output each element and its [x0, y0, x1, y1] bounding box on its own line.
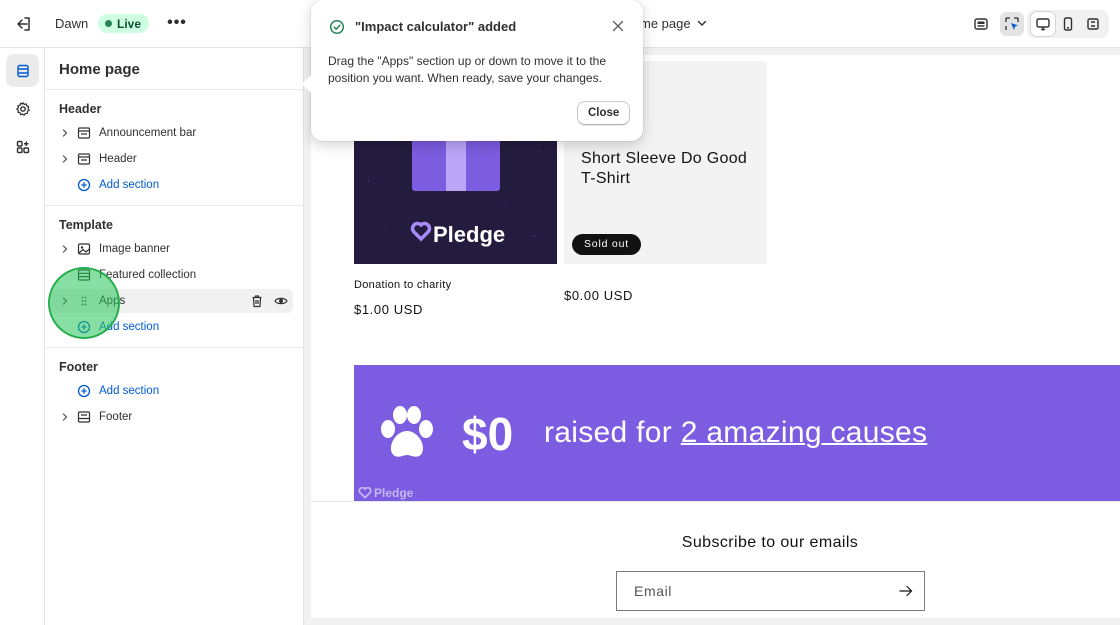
- page-selector[interactable]: me page: [640, 16, 691, 31]
- icon-rail: [0, 48, 45, 625]
- section-apps[interactable]: Apps: [51, 289, 293, 313]
- collection-icon: [76, 267, 92, 283]
- section-label: Apps: [99, 295, 126, 307]
- inspector-icon[interactable]: [1000, 12, 1024, 36]
- plus-circle-icon[interactable]: [76, 383, 92, 399]
- live-badge: Live: [98, 14, 150, 33]
- popover-body: Drag the "Apps" section up or down to mo…: [328, 54, 607, 85]
- product-name[interactable]: Donation to charity: [354, 279, 451, 291]
- live-badge-label: Live: [117, 16, 142, 31]
- exit-icon[interactable]: [14, 14, 34, 34]
- trash-icon[interactable]: [249, 293, 265, 309]
- impact-calculator-banner: $0 raised for 2 amazing causes Pledge: [354, 365, 1120, 501]
- arrow-right-icon[interactable]: [899, 585, 913, 597]
- divider: [45, 205, 304, 206]
- page-title: Home page: [59, 61, 140, 78]
- close-button[interactable]: Close: [577, 101, 631, 125]
- email-placeholder: Email: [634, 583, 673, 599]
- section-announcement-bar[interactable]: Announcement bar: [51, 121, 293, 145]
- app-embeds-icon[interactable]: [6, 130, 39, 163]
- impact-prefix: raised for: [544, 416, 681, 449]
- group-header-label: Header: [59, 102, 102, 116]
- divider: [45, 89, 304, 90]
- causes-link[interactable]: 2 amazing causes: [681, 416, 928, 449]
- section-label: Announcement bar: [99, 127, 197, 139]
- popover-title: "Impact calculator" added: [355, 19, 517, 34]
- sold-out-badge: Sold out: [572, 234, 641, 255]
- popover-arrow: [302, 74, 312, 94]
- section-featured-collection[interactable]: Featured collection: [51, 263, 293, 287]
- sections-sidebar: Home page Header Announcement bar Header…: [45, 48, 304, 625]
- section-label: Featured collection: [99, 269, 197, 281]
- header-section-icon: [76, 151, 92, 167]
- divider: [45, 347, 304, 348]
- impact-text: raised for 2 amazing causes: [544, 416, 927, 450]
- product-title-overlay: Short Sleeve Do Good T-Shirt: [581, 150, 748, 187]
- theme-settings-icon[interactable]: [6, 92, 39, 125]
- eye-icon[interactable]: [273, 293, 289, 309]
- desktop-icon[interactable]: [1031, 12, 1055, 36]
- add-section-template[interactable]: Add section: [51, 315, 293, 339]
- app-embed-icon[interactable]: [969, 12, 993, 36]
- section-added-popover: "Impact calculator" added Drag the "Apps…: [302, 0, 643, 141]
- plus-circle-icon[interactable]: [76, 319, 92, 335]
- plus-circle-icon[interactable]: [76, 177, 92, 193]
- live-dot-icon: [105, 20, 112, 27]
- row-actions: [249, 293, 289, 309]
- chevron-right-icon[interactable]: [57, 409, 73, 425]
- image-banner-icon: [76, 241, 92, 257]
- theme-name: Dawn: [55, 16, 89, 31]
- add-section-footer[interactable]: Add section: [51, 379, 293, 403]
- add-section-header[interactable]: Add section: [51, 173, 293, 197]
- section-image-banner[interactable]: Image banner: [51, 237, 293, 261]
- newsletter-email-field[interactable]: Email: [616, 571, 925, 611]
- announcement-bar-icon: [76, 125, 92, 141]
- chevron-right-icon[interactable]: [57, 241, 73, 257]
- add-section-label[interactable]: Add section: [99, 179, 159, 191]
- heart-icon: [358, 487, 372, 499]
- footer-section-icon: [76, 409, 92, 425]
- fullscreen-icon[interactable]: [1081, 12, 1105, 36]
- mobile-icon[interactable]: [1056, 12, 1080, 36]
- section-header[interactable]: Header: [51, 147, 293, 171]
- section-label: Image banner: [99, 243, 170, 255]
- footer-divider: [311, 501, 1120, 502]
- drag-handle-icon[interactable]: [76, 293, 92, 309]
- add-section-label[interactable]: Add section: [99, 321, 159, 333]
- impact-amount: $0: [462, 408, 514, 460]
- group-footer-label: Footer: [59, 360, 98, 374]
- chevron-right-icon[interactable]: [57, 125, 73, 141]
- section-footer[interactable]: Footer: [51, 405, 293, 429]
- section-label: Header: [99, 153, 137, 165]
- sections-icon[interactable]: [6, 54, 39, 87]
- group-template-label: Template: [59, 218, 113, 232]
- check-circle-icon: [329, 19, 345, 35]
- pledge-brand: Pledge: [358, 486, 413, 500]
- product-price: $1.00 USD: [354, 302, 423, 317]
- newsletter-title: Subscribe to our emails: [681, 534, 859, 551]
- pledge-logo-text: Pledge: [433, 222, 505, 247]
- add-section-label[interactable]: Add section: [99, 385, 159, 397]
- chevron-right-icon[interactable]: [57, 293, 73, 309]
- product-price: $0.00 USD: [564, 288, 633, 303]
- close-icon[interactable]: [610, 18, 626, 34]
- more-actions-button[interactable]: •••: [166, 13, 188, 35]
- section-label: Footer: [99, 411, 133, 423]
- pledge-brand-label: Pledge: [374, 486, 414, 500]
- chevron-down-icon[interactable]: [696, 17, 708, 29]
- paw-icon: [381, 406, 433, 457]
- chevron-right-icon[interactable]: [57, 151, 73, 167]
